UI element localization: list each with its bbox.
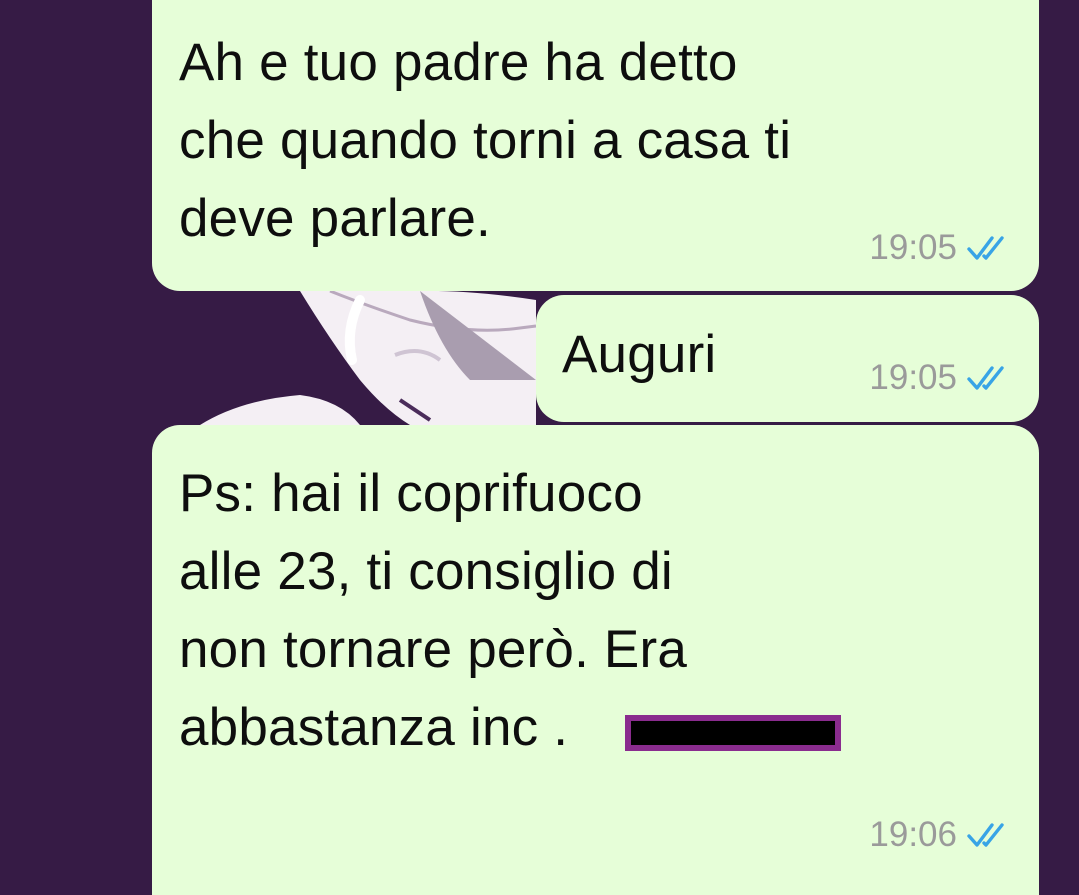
message-time: 19:05	[869, 228, 957, 267]
message-bubble[interactable]: Ah e tuo padre ha detto che quando torni…	[152, 0, 1039, 291]
message-bubble[interactable]: Ps: hai il coprifuoco alle 23, ti consig…	[152, 425, 1039, 895]
message-time: 19:06	[869, 815, 957, 854]
wallpaper-doodle-icon	[200, 289, 537, 425]
message-time: 19:05	[869, 358, 957, 397]
double-check-icon	[967, 366, 1004, 390]
message-meta: 19:05	[869, 228, 1011, 268]
message-text: Ps: hai il coprifuoco alle 23, ti consig…	[179, 464, 688, 757]
message-text: Auguri	[562, 325, 717, 384]
message-meta: 19:06	[869, 815, 1011, 855]
message-bubble[interactable]: Auguri 19:05	[536, 295, 1039, 422]
message-text: Ah e tuo padre ha detto che quando torni…	[179, 33, 792, 248]
redaction-box	[625, 715, 841, 751]
message-meta: 19:05	[869, 358, 1011, 398]
double-check-icon	[967, 236, 1004, 260]
double-check-icon	[967, 823, 1004, 847]
